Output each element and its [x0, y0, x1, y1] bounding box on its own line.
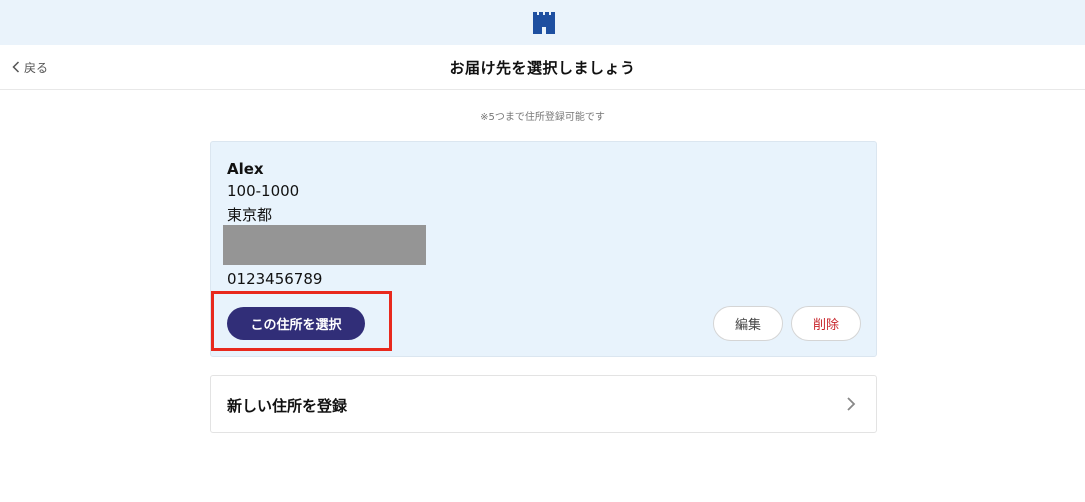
edit-address-button[interactable]: 編集 — [713, 306, 783, 341]
postal-code: 100-1000 — [227, 182, 300, 200]
select-address-button[interactable]: この住所を選択 — [227, 307, 365, 340]
address-card: Alex 100-1000 東京都 0123456789 この住所を選択 編集 … — [210, 141, 877, 357]
chevron-right-icon — [847, 397, 856, 411]
top-bar — [0, 0, 1085, 46]
redacted-address-block — [223, 225, 426, 265]
register-new-address-label: 新しい住所を登録 — [227, 397, 348, 415]
page-title: お届け先を選択しましょう — [449, 59, 636, 77]
register-new-address-row[interactable]: 新しい住所を登録 — [210, 375, 877, 433]
page-header: 戻る お届け先を選択しましょう — [0, 45, 1085, 90]
phone-number: 0123456789 — [227, 270, 323, 288]
castle-icon — [533, 12, 555, 34]
delete-address-button[interactable]: 削除 — [791, 306, 861, 341]
prefecture: 東京都 — [227, 206, 273, 224]
recipient-name: Alex — [227, 160, 264, 178]
address-limit-note: ※5つまで住所登録可能です — [480, 112, 605, 123]
